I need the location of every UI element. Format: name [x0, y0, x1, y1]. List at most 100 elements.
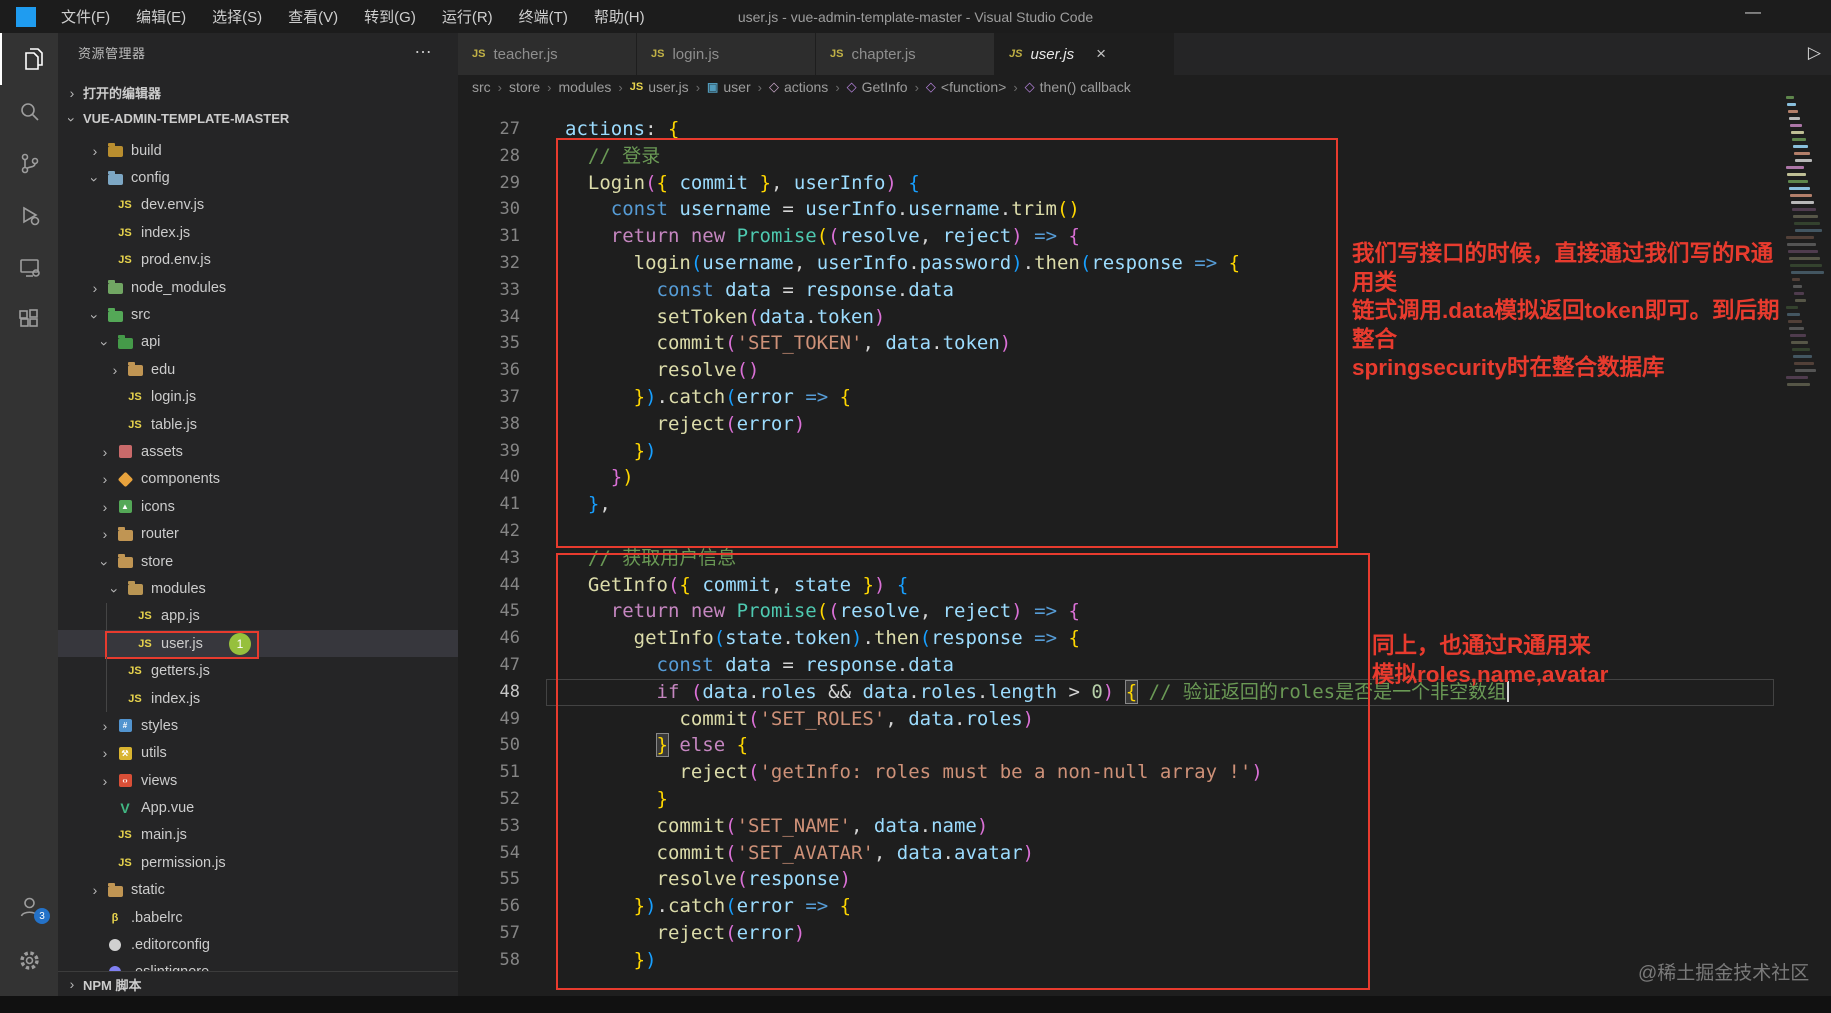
code-line-49[interactable]: 49 commit('SET_ROLES', data.roles) [458, 706, 1786, 733]
tree-item-user.js[interactable]: JS user.js 1 [58, 630, 458, 660]
code-line-35[interactable]: 35 commit('SET_TOKEN', data.token) [458, 330, 1786, 357]
code-line-40[interactable]: 40 }) [458, 464, 1786, 491]
breadcrumb-GetInfo[interactable]: ◇ GetInfo [847, 79, 908, 95]
code-line-41[interactable]: 41 }, [458, 491, 1786, 518]
code-line-45[interactable]: 45 return new Promise((resolve, reject) … [458, 598, 1786, 625]
menu-查看V[interactable]: 查看(V) [277, 2, 349, 31]
menu-转到G[interactable]: 转到(G) [353, 2, 427, 31]
line-number[interactable]: 54 [458, 840, 520, 867]
line-number[interactable]: 46 [458, 625, 520, 652]
tree-item-index.js[interactable]: JS index.js [58, 219, 458, 246]
tree-item-main.js[interactable]: JS main.js [58, 822, 458, 849]
tree-item-index.js[interactable]: JS index.js [58, 684, 458, 713]
tree-item-views[interactable]: › ‹› views [58, 767, 458, 794]
line-number[interactable]: 39 [458, 438, 520, 465]
line-number[interactable]: 30 [458, 196, 520, 223]
menu-选择S[interactable]: 选择(S) [201, 2, 273, 31]
tree-item-api[interactable]: › api [58, 329, 458, 356]
line-number[interactable]: 38 [458, 411, 520, 438]
open-editors-section[interactable]: › 打开的编辑器 [64, 83, 161, 102]
minimize-icon[interactable]: — [1745, 4, 1761, 22]
code-line-31[interactable]: 31 return new Promise((resolve, reject) … [458, 223, 1786, 250]
code-line-29[interactable]: 29 Login({ commit }, userInfo) { [458, 170, 1786, 197]
code-line-57[interactable]: 57 reject(error) [458, 920, 1786, 947]
breadcrumb-actions[interactable]: ◇ actions [769, 79, 828, 95]
code-line-43[interactable]: 43 // 获取用户信息 [458, 545, 1786, 572]
code-line-39[interactable]: 39 }) [458, 438, 1786, 465]
tree-item-getters.js[interactable]: JS getters.js [58, 657, 458, 685]
code-line-54[interactable]: 54 commit('SET_AVATAR', data.avatar) [458, 840, 1786, 867]
close-icon[interactable]: × [1096, 44, 1106, 64]
code-line-32[interactable]: 32 login(username, userInfo.password).th… [458, 250, 1786, 277]
menu-帮助H[interactable]: 帮助(H) [583, 2, 656, 31]
breadcrumb-then-callback[interactable]: ◇ then() callback [1025, 79, 1131, 95]
line-number[interactable]: 40 [458, 464, 520, 491]
code-line-28[interactable]: 28 // 登录 [458, 143, 1786, 170]
code-line-30[interactable]: 30 const username = userInfo.username.tr… [458, 196, 1786, 223]
code-editor[interactable]: 27 actions: {28 // 登录 29 Login({ commit },… [458, 99, 1786, 1013]
line-number[interactable]: 45 [458, 598, 520, 625]
line-number[interactable]: 49 [458, 706, 520, 733]
tree-item-assets[interactable]: › assets [58, 438, 458, 465]
tree-item-.editorconfig[interactable]: .editorconfig [58, 931, 458, 958]
line-number[interactable]: 32 [458, 250, 520, 277]
tab-chapter.js[interactable]: JS chapter.js [816, 33, 995, 75]
tree-item-table.js[interactable]: JS table.js [58, 411, 458, 438]
tree-item-build[interactable]: › build [58, 137, 458, 164]
line-number[interactable]: 28 [458, 143, 520, 170]
tree-item-components[interactable]: › components [58, 466, 458, 493]
tree-item-dev.env.js[interactable]: JS dev.env.js [58, 192, 458, 219]
code-line-42[interactable]: 42 [458, 518, 1786, 545]
tree-item-styles[interactable]: › # styles [58, 712, 458, 739]
menu-运行R[interactable]: 运行(R) [431, 2, 504, 31]
search-icon[interactable] [0, 85, 58, 137]
run-icon[interactable]: ▷ [1808, 43, 1821, 63]
tree-item-router[interactable]: › router [58, 520, 458, 547]
breadcrumb-store[interactable]: store [509, 79, 540, 95]
tree-item-login.js[interactable]: JS login.js [58, 384, 458, 411]
line-number[interactable]: 55 [458, 866, 520, 893]
line-number[interactable]: 27 [458, 116, 520, 143]
line-number[interactable]: 33 [458, 277, 520, 304]
line-number[interactable]: 44 [458, 572, 520, 599]
code-line-58[interactable]: 58 }) [458, 947, 1786, 974]
line-number[interactable]: 35 [458, 330, 520, 357]
accounts-icon[interactable]: 3 [0, 880, 58, 932]
breadcrumb-user[interactable]: ▣ user [707, 79, 751, 95]
line-number[interactable]: 29 [458, 170, 520, 197]
line-number[interactable]: 56 [458, 893, 520, 920]
line-number[interactable]: 42 [458, 518, 520, 545]
code-line-44[interactable]: 44 GetInfo({ commit, state }) { [458, 572, 1786, 599]
line-number[interactable]: 36 [458, 357, 520, 384]
breadcrumb--function-[interactable]: ◇ <function> [926, 79, 1006, 95]
tree-item-utils[interactable]: › ⚒ utils [58, 740, 458, 767]
breadcrumb-src[interactable]: src [472, 79, 491, 95]
line-number[interactable]: 37 [458, 384, 520, 411]
tree-item-store[interactable]: › store [58, 548, 458, 575]
line-number[interactable]: 47 [458, 652, 520, 679]
source-control-icon[interactable] [0, 137, 58, 189]
code-line-53[interactable]: 53 commit('SET_NAME', data.name) [458, 813, 1786, 840]
tree-item-edu[interactable]: › edu [58, 356, 458, 383]
line-number[interactable]: 52 [458, 786, 520, 813]
code-line-27[interactable]: 27 actions: { [458, 116, 1786, 143]
tree-item-.babelrc[interactable]: β .babelrc [58, 904, 458, 931]
line-number[interactable]: 51 [458, 759, 520, 786]
code-line-33[interactable]: 33 const data = response.data [458, 277, 1786, 304]
project-root-item[interactable]: › VUE-ADMIN-TEMPLATE-MASTER [64, 110, 289, 126]
tree-item-src[interactable]: › src [58, 301, 458, 328]
menu-终端T[interactable]: 终端(T) [508, 2, 579, 31]
code-line-37[interactable]: 37 }).catch(error => { [458, 384, 1786, 411]
code-line-55[interactable]: 55 resolve(response) [458, 866, 1786, 893]
tree-item-modules[interactable]: › modules [58, 575, 458, 602]
code-line-51[interactable]: 51 reject('getInfo: roles must be a non-… [458, 759, 1786, 786]
code-line-46[interactable]: 46 getInfo(state.token).then(response =>… [458, 625, 1786, 652]
menu-文件F[interactable]: 文件(F) [50, 2, 121, 31]
code-line-36[interactable]: 36 resolve() [458, 357, 1786, 384]
code-line-50[interactable]: 50 } else { [458, 732, 1786, 759]
tree-item-config[interactable]: › config [58, 164, 458, 191]
line-number[interactable]: 48 [458, 679, 520, 706]
line-number[interactable]: 58 [458, 947, 520, 974]
tree-item-static[interactable]: › static [58, 877, 458, 904]
line-number[interactable]: 41 [458, 491, 520, 518]
